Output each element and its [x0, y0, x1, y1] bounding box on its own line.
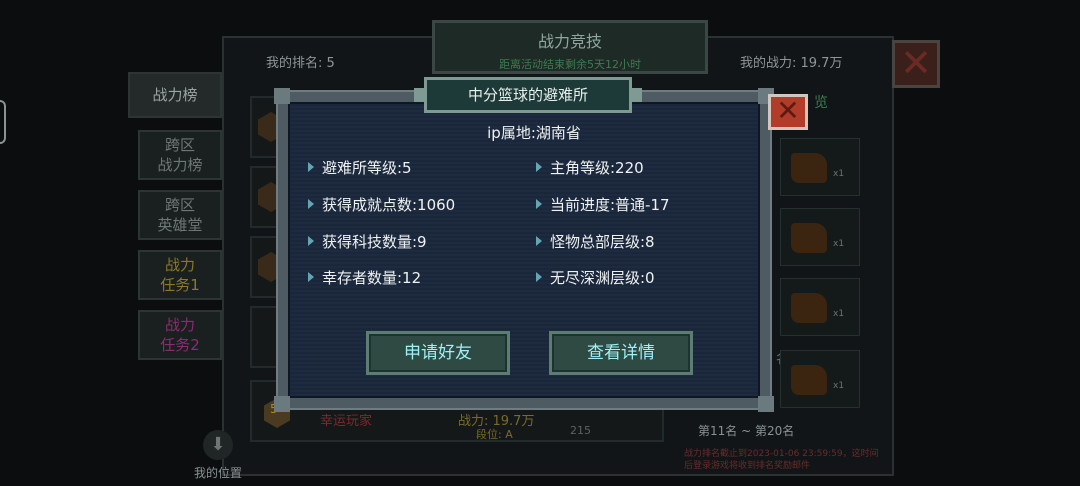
ip-location: ip属地:湖南省 [487, 124, 581, 142]
stat-text: 无尽深渊层级:0 [550, 269, 655, 287]
stat-survivor-count: 幸存者数量:12 [308, 267, 421, 288]
reward-quantity: x1 [833, 309, 845, 319]
bullet-icon [308, 272, 314, 282]
tab-label: 战力 任务2 [160, 316, 200, 354]
arrow-down-icon: ⬇ [203, 430, 233, 460]
my-position-label: 我的位置 [193, 466, 242, 480]
tab-power-task-2[interactable]: 战力 任务2 [138, 310, 222, 360]
add-friend-button[interactable]: 申请好友 [366, 331, 510, 375]
my-rank-text: 我的排名: 5 [266, 56, 335, 71]
stat-text: 获得成就点数:1060 [322, 196, 456, 214]
reward-preview-header: 览 [814, 95, 828, 111]
stat-monster-hq-level: 怪物总部层级:8 [536, 231, 655, 252]
reward-quantity: x1 [833, 381, 845, 391]
stat-tech-count: 获得科技数量:9 [308, 231, 427, 252]
ranking-footnote: 战力排名截止到2023-01-06 23:59:59，这时间后登录游戏将收到排名… [684, 449, 879, 471]
tab-power-task-1[interactable]: 战力 任务1 [138, 250, 222, 300]
bullet-icon [308, 236, 314, 246]
my-power-text: 我的战力: 19.7万 [740, 56, 843, 71]
dinosaur-icon [791, 223, 827, 253]
player-tier: 段位: A [476, 428, 513, 441]
reward-rank-range: 第11名 ~ 第20名 [698, 424, 795, 438]
stat-current-progress: 当前进度:普通-17 [536, 194, 670, 215]
shelter-name: 中分篮球的避难所 [467, 86, 588, 104]
tab-label: 战力榜 [152, 86, 198, 104]
side-expand-handle[interactable] [0, 100, 6, 144]
reward-quantity: x1 [833, 169, 845, 179]
reward-quantity: x1 [833, 239, 845, 249]
bullet-icon [308, 199, 314, 209]
reward-slot[interactable]: x1 [780, 350, 860, 408]
tab-label: 战力 任务1 [160, 256, 200, 294]
player-item-count: 215 [570, 424, 591, 437]
stat-hero-level: 主角等级:220 [536, 157, 644, 178]
dinosaur-icon [791, 153, 827, 183]
bullet-icon [536, 162, 542, 172]
stat-text: 幸存者数量:12 [322, 269, 422, 287]
reward-slot[interactable]: x1 [780, 138, 860, 196]
bullet-icon [536, 272, 542, 282]
reward-slot[interactable]: x1 [780, 278, 860, 336]
leaderboard-close-button[interactable]: ✕ [892, 40, 940, 88]
event-countdown: 距离活动结束剩余5天12小时 [499, 58, 641, 71]
bullet-icon [536, 199, 542, 209]
stat-text: 主角等级:220 [550, 159, 644, 177]
stat-text: 避难所等级:5 [322, 159, 412, 177]
player-name: 幸运玩家 [320, 414, 373, 429]
leaderboard-title: 战力竞技 [537, 32, 602, 51]
dinosaur-icon [791, 365, 827, 395]
tab-power-ranking[interactable]: 战力榜 [128, 72, 222, 118]
leaderboard-title-plate: 战力竞技 距离活动结束剩余5天12小时 [432, 20, 708, 74]
stat-text: 获得科技数量:9 [322, 233, 427, 251]
my-position-button[interactable]: ⬇ 我的位置 [188, 430, 248, 481]
tab-cross-server-heroes[interactable]: 跨区 英雄堂 [138, 190, 222, 240]
reward-slot[interactable]: x1 [780, 208, 860, 266]
stat-shelter-level: 避难所等级:5 [308, 157, 412, 178]
frame-corner [274, 396, 290, 412]
frame-corner [758, 396, 774, 412]
bullet-icon [536, 236, 542, 246]
stat-text: 当前进度:普通-17 [550, 196, 670, 214]
frame-corner [274, 88, 290, 104]
tab-cross-server-power[interactable]: 跨区 战力榜 [138, 130, 222, 180]
stat-achievement-points: 获得成就点数:1060 [308, 194, 455, 215]
tab-label: 跨区 战力榜 [157, 136, 203, 174]
stat-text: 怪物总部层级:8 [550, 233, 655, 251]
tab-label: 跨区 英雄堂 [157, 196, 203, 234]
view-details-button[interactable]: 查看详情 [549, 331, 693, 375]
bullet-icon [308, 162, 314, 172]
popup-title-plate: 中分篮球的避难所 [414, 77, 642, 113]
dinosaur-icon [791, 293, 827, 323]
stat-abyss-level: 无尽深渊层级:0 [536, 267, 655, 288]
